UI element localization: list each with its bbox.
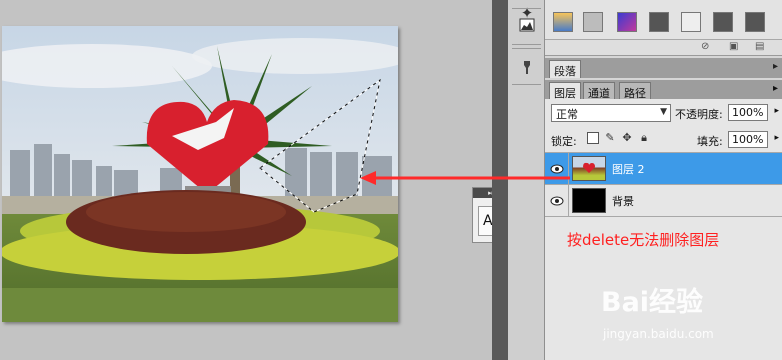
new-style-icon[interactable]: ▣: [729, 41, 738, 52]
lock-label: 锁定:: [551, 135, 577, 148]
lock-icon[interactable]: 🔒︎: [638, 132, 650, 144]
layer-row[interactable]: 图层 2: [545, 152, 782, 184]
move-icon[interactable]: ✥: [621, 132, 633, 144]
histogram-icon[interactable]: [514, 12, 540, 38]
chevron-right-icon[interactable]: ▸: [774, 133, 779, 143]
layer-name[interactable]: 图层 2: [612, 161, 645, 177]
brush-lock-icon[interactable]: ✎: [604, 132, 616, 144]
style-swatch[interactable]: [553, 12, 573, 32]
panel-dock-strip: [492, 0, 508, 360]
delete-style-icon[interactable]: ▤: [755, 41, 764, 52]
fill-value: 100%: [732, 133, 764, 146]
transparency-lock-icon[interactable]: [587, 132, 599, 144]
document-canvas-area[interactable]: [0, 0, 492, 360]
opacity-value: 100%: [732, 106, 764, 119]
chevron-down-icon: ▼: [660, 107, 667, 117]
panel-menu-icon[interactable]: ▸: [773, 61, 778, 72]
layer-name[interactable]: 背景: [612, 193, 634, 209]
style-swatch[interactable]: [681, 12, 701, 32]
fill-label: 填充:: [697, 135, 723, 148]
divider: [512, 84, 541, 85]
no-style-icon[interactable]: ⊘: [701, 41, 709, 52]
style-swatch[interactable]: [713, 12, 733, 32]
styles-toolbar: ⊘ ▣ ▤: [545, 40, 782, 56]
tab-paths[interactable]: 路径: [619, 82, 651, 100]
layer-thumbnail: [572, 156, 606, 181]
document-photo[interactable]: [2, 26, 398, 322]
eye-icon[interactable]: [545, 185, 569, 216]
photo-image: [2, 26, 398, 322]
style-swatch[interactable]: [649, 12, 669, 32]
panel-menu-icon[interactable]: ▸: [773, 83, 778, 94]
blend-mode-value: 正常: [556, 108, 578, 121]
divider: [512, 44, 541, 45]
divider: [512, 48, 541, 49]
panel-icon-column: ✦: [508, 0, 545, 360]
fill-input[interactable]: 100% ▸: [728, 131, 779, 148]
divider: [512, 8, 541, 9]
divider: [545, 216, 782, 217]
eye-icon[interactable]: [545, 153, 569, 184]
opacity-label: 不透明度:: [675, 108, 723, 121]
layers-tabbar: 图层 通道 路径 ▸: [545, 80, 782, 100]
style-swatch[interactable]: [617, 12, 637, 32]
brush-tool-icon[interactable]: [514, 54, 540, 80]
style-swatch[interactable]: [583, 12, 603, 32]
layer-thumbnail: [572, 188, 606, 213]
styles-swatches: [545, 0, 782, 40]
opacity-input[interactable]: 100% ▸: [728, 104, 779, 121]
tab-paragraph[interactable]: 段落: [549, 60, 581, 78]
chevron-right-icon[interactable]: ▸: [774, 106, 779, 116]
blend-mode-select[interactable]: 正常 ▼: [551, 104, 671, 122]
watermark-brand: Bai经验: [601, 287, 704, 318]
annotation-text: 按delete无法删除图层: [567, 231, 720, 249]
style-swatch[interactable]: [745, 12, 765, 32]
layer-row[interactable]: 背景: [545, 184, 782, 216]
tab-layers[interactable]: 图层: [549, 82, 581, 100]
watermark-url: jingyan.baidu.com: [603, 327, 714, 341]
watermark: Bai经验 jingyan.baidu.com: [595, 278, 782, 360]
tab-channels[interactable]: 通道: [583, 82, 615, 100]
paragraph-tabbar: 段落 ▸: [545, 58, 782, 78]
